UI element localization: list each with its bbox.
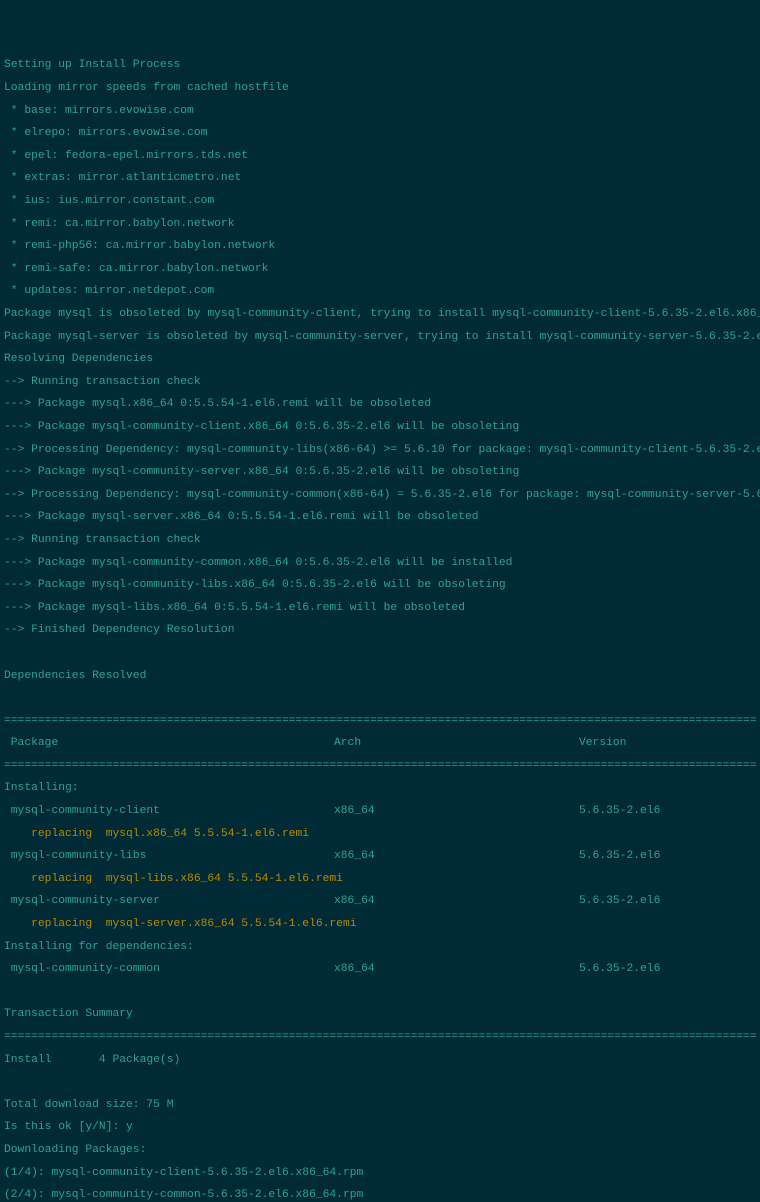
mirror-line: * remi-php56: ca.mirror.babylon.network bbox=[4, 241, 756, 252]
mirror-line: * epel: fedora-epel.mirrors.tds.net bbox=[4, 151, 756, 162]
confirm-prompt[interactable]: Is this ok [y/N]: y bbox=[4, 1122, 756, 1133]
replacing-line: replacing mysql-server.x86_64 5.5.54-1.e… bbox=[4, 919, 756, 930]
divider-line: ========================================… bbox=[4, 716, 756, 727]
blank-line bbox=[4, 987, 756, 998]
mirror-line: * extras: mirror.atlanticmetro.net bbox=[4, 173, 756, 184]
blank-line bbox=[4, 648, 756, 659]
package-row: mysql-community-clientx86_645.6.35-2.el6 bbox=[4, 806, 756, 817]
package-name: mysql-community-libs bbox=[4, 851, 334, 862]
dep-line: --> Processing Dependency: mysql-communi… bbox=[4, 445, 756, 456]
package-version: 5.6.35-2.el6 bbox=[579, 896, 660, 907]
dep-line: ---> Package mysql-community-common.x86_… bbox=[4, 558, 756, 569]
dep-line: ---> Package mysql-community-server.x86_… bbox=[4, 467, 756, 478]
transaction-summary: Transaction Summary bbox=[4, 1009, 756, 1020]
mirror-line: * elrepo: mirrors.evowise.com bbox=[4, 128, 756, 139]
package-name: mysql-community-client bbox=[4, 806, 334, 817]
package-row: mysql-community-commonx86_645.6.35-2.el6 bbox=[4, 964, 756, 975]
installing-deps-label: Installing for dependencies: bbox=[4, 942, 756, 953]
dep-line: --> Running transaction check bbox=[4, 535, 756, 546]
package-row: mysql-community-libsx86_645.6.35-2.el6 bbox=[4, 851, 756, 862]
blank-line bbox=[4, 693, 756, 704]
mirror-line: * updates: mirror.netdepot.com bbox=[4, 286, 756, 297]
dep-line: ---> Package mysql.x86_64 0:5.5.54-1.el6… bbox=[4, 399, 756, 410]
dep-line: ---> Package mysql-libs.x86_64 0:5.5.54-… bbox=[4, 603, 756, 614]
replacing-line: replacing mysql-libs.x86_64 5.5.54-1.el6… bbox=[4, 874, 756, 885]
header-package: Package bbox=[4, 738, 334, 749]
divider-line: ========================================… bbox=[4, 1032, 756, 1043]
total-size: Total download size: 75 M bbox=[4, 1100, 756, 1111]
package-name: mysql-community-common bbox=[4, 964, 334, 975]
dep-line: ---> Package mysql-community-client.x86_… bbox=[4, 422, 756, 433]
obsoleted-line: Package mysql-server is obsoleted by mys… bbox=[4, 332, 756, 343]
package-version: 5.6.35-2.el6 bbox=[579, 806, 660, 817]
package-version: 5.6.35-2.el6 bbox=[579, 964, 660, 975]
setup-line: Setting up Install Process bbox=[4, 60, 756, 71]
package-arch: x86_64 bbox=[334, 964, 579, 975]
package-version: 5.6.35-2.el6 bbox=[579, 851, 660, 862]
replacing-line: replacing mysql.x86_64 5.5.54-1.el6.remi bbox=[4, 829, 756, 840]
mirror-line: * remi-safe: ca.mirror.babylon.network bbox=[4, 264, 756, 275]
download-line: (2/4): mysql-community-common-5.6.35-2.e… bbox=[4, 1190, 756, 1201]
mirror-line: * ius: ius.mirror.constant.com bbox=[4, 196, 756, 207]
dep-line: ---> Package mysql-community-libs.x86_64… bbox=[4, 580, 756, 591]
blank-line bbox=[4, 1077, 756, 1088]
install-count: Install 4 Package(s) bbox=[4, 1055, 756, 1066]
resolving-line: Resolving Dependencies bbox=[4, 354, 756, 365]
dep-line: --> Finished Dependency Resolution bbox=[4, 625, 756, 636]
installing-label: Installing: bbox=[4, 783, 756, 794]
downloading-label: Downloading Packages: bbox=[4, 1145, 756, 1156]
obsoleted-line: Package mysql is obsoleted by mysql-comm… bbox=[4, 309, 756, 320]
mirror-line: * base: mirrors.evowise.com bbox=[4, 106, 756, 117]
package-arch: x86_64 bbox=[334, 851, 579, 862]
header-arch: Arch bbox=[334, 738, 579, 749]
header-version: Version bbox=[579, 738, 626, 749]
divider-line: ========================================… bbox=[4, 761, 756, 772]
download-line: (1/4): mysql-community-client-5.6.35-2.e… bbox=[4, 1168, 756, 1179]
deps-resolved-line: Dependencies Resolved bbox=[4, 671, 756, 682]
terminal-output: Setting up Install Process Loading mirro… bbox=[0, 45, 760, 1202]
loading-line: Loading mirror speeds from cached hostfi… bbox=[4, 83, 756, 94]
package-arch: x86_64 bbox=[334, 896, 579, 907]
package-arch: x86_64 bbox=[334, 806, 579, 817]
package-name: mysql-community-server bbox=[4, 896, 334, 907]
package-row: mysql-community-serverx86_645.6.35-2.el6 bbox=[4, 896, 756, 907]
table-header: PackageArchVersion bbox=[4, 738, 756, 749]
dep-line: ---> Package mysql-server.x86_64 0:5.5.5… bbox=[4, 512, 756, 523]
dep-line: --> Running transaction check bbox=[4, 377, 756, 388]
dep-line: --> Processing Dependency: mysql-communi… bbox=[4, 490, 756, 501]
mirror-line: * remi: ca.mirror.babylon.network bbox=[4, 219, 756, 230]
